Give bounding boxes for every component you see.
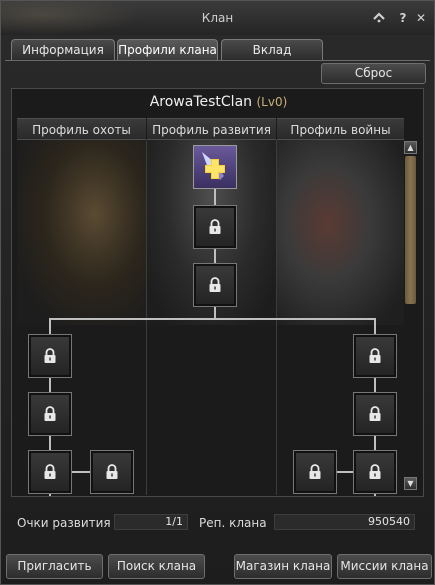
locked-skill-slot[interactable] [28,450,72,494]
hunt-background-art [17,140,146,325]
tab-underline [5,60,430,61]
clan-name-text: ArowaTestClan [149,94,253,110]
locked-skill-slot[interactable] [28,334,72,378]
development-points-label: Очки развития [17,516,111,530]
clan-missions-button[interactable]: Миссии клана [337,554,432,579]
add-skill-icon [202,152,225,180]
tab-contribution[interactable]: Вклад [221,39,323,60]
lock-icon [106,464,118,479]
tree-connector [374,378,376,392]
window-title: Клан [201,11,234,25]
clan-shop-button[interactable]: Магазин клана [234,554,332,579]
locked-skill-slot[interactable] [193,263,237,307]
tree-connector [374,436,376,450]
tree-connector [49,318,51,334]
lock-icon [369,464,381,479]
locked-skill-slot[interactable] [353,450,397,494]
scroll-up-icon[interactable]: ▲ [404,141,417,154]
clan-name: ArowaTestClan (Lv0) [1,94,435,110]
tree-connector [374,318,376,334]
scroll-down-icon[interactable]: ▼ [404,477,417,490]
locked-skill-slot[interactable] [90,450,134,494]
tree-connector [49,378,51,392]
tab-info[interactable]: Информация [11,39,115,60]
titlebar[interactable]: Клан ? ✕ [1,1,434,35]
clan-window: Клан ? ✕ Информация Профили клана Вклад … [0,0,435,585]
search-clan-button[interactable]: Поиск клана [108,554,205,579]
lock-icon [44,464,56,479]
help-icon[interactable]: ? [395,10,411,26]
locked-skill-slot[interactable] [353,392,397,436]
column-header-hunt: Профиль охоты [17,118,146,140]
locked-skill-slot[interactable] [293,450,337,494]
close-icon[interactable]: ✕ [413,10,429,26]
lock-icon [309,464,321,479]
lock-icon [44,348,56,363]
clan-level: (Lv0) [256,95,288,109]
locked-skill-slot[interactable] [193,205,237,249]
locked-skill-slot[interactable] [28,392,72,436]
clan-reputation-value: 950540 [274,514,415,530]
tree-scrollbar[interactable]: ▲ ▼ [404,141,417,493]
locked-skill-slot[interactable] [353,334,397,378]
column-header-development: Профиль развития [147,118,276,140]
tree-connector [335,471,353,473]
column-header-war: Профиль войны [277,118,404,140]
development-root-skill[interactable] [193,145,237,189]
tree-connector [49,318,376,320]
tree-connector [71,471,91,473]
scroll-thumb[interactable] [405,156,416,304]
lock-icon [209,219,221,234]
development-points-value: 1/1 [114,514,188,530]
reset-button[interactable]: Сброс [321,63,426,84]
lock-icon [369,348,381,363]
tree-connector [214,249,216,263]
war-background-art [277,140,404,325]
lock-icon [209,277,221,292]
tree-connector [49,436,51,450]
settings-icon[interactable] [371,10,387,26]
lock-icon [369,406,381,421]
lock-icon [44,406,56,421]
invite-button[interactable]: Пригласить [6,554,103,579]
tab-clan-profiles[interactable]: Профили клана [117,39,218,61]
clan-reputation-label: Реп. клана [199,516,267,530]
